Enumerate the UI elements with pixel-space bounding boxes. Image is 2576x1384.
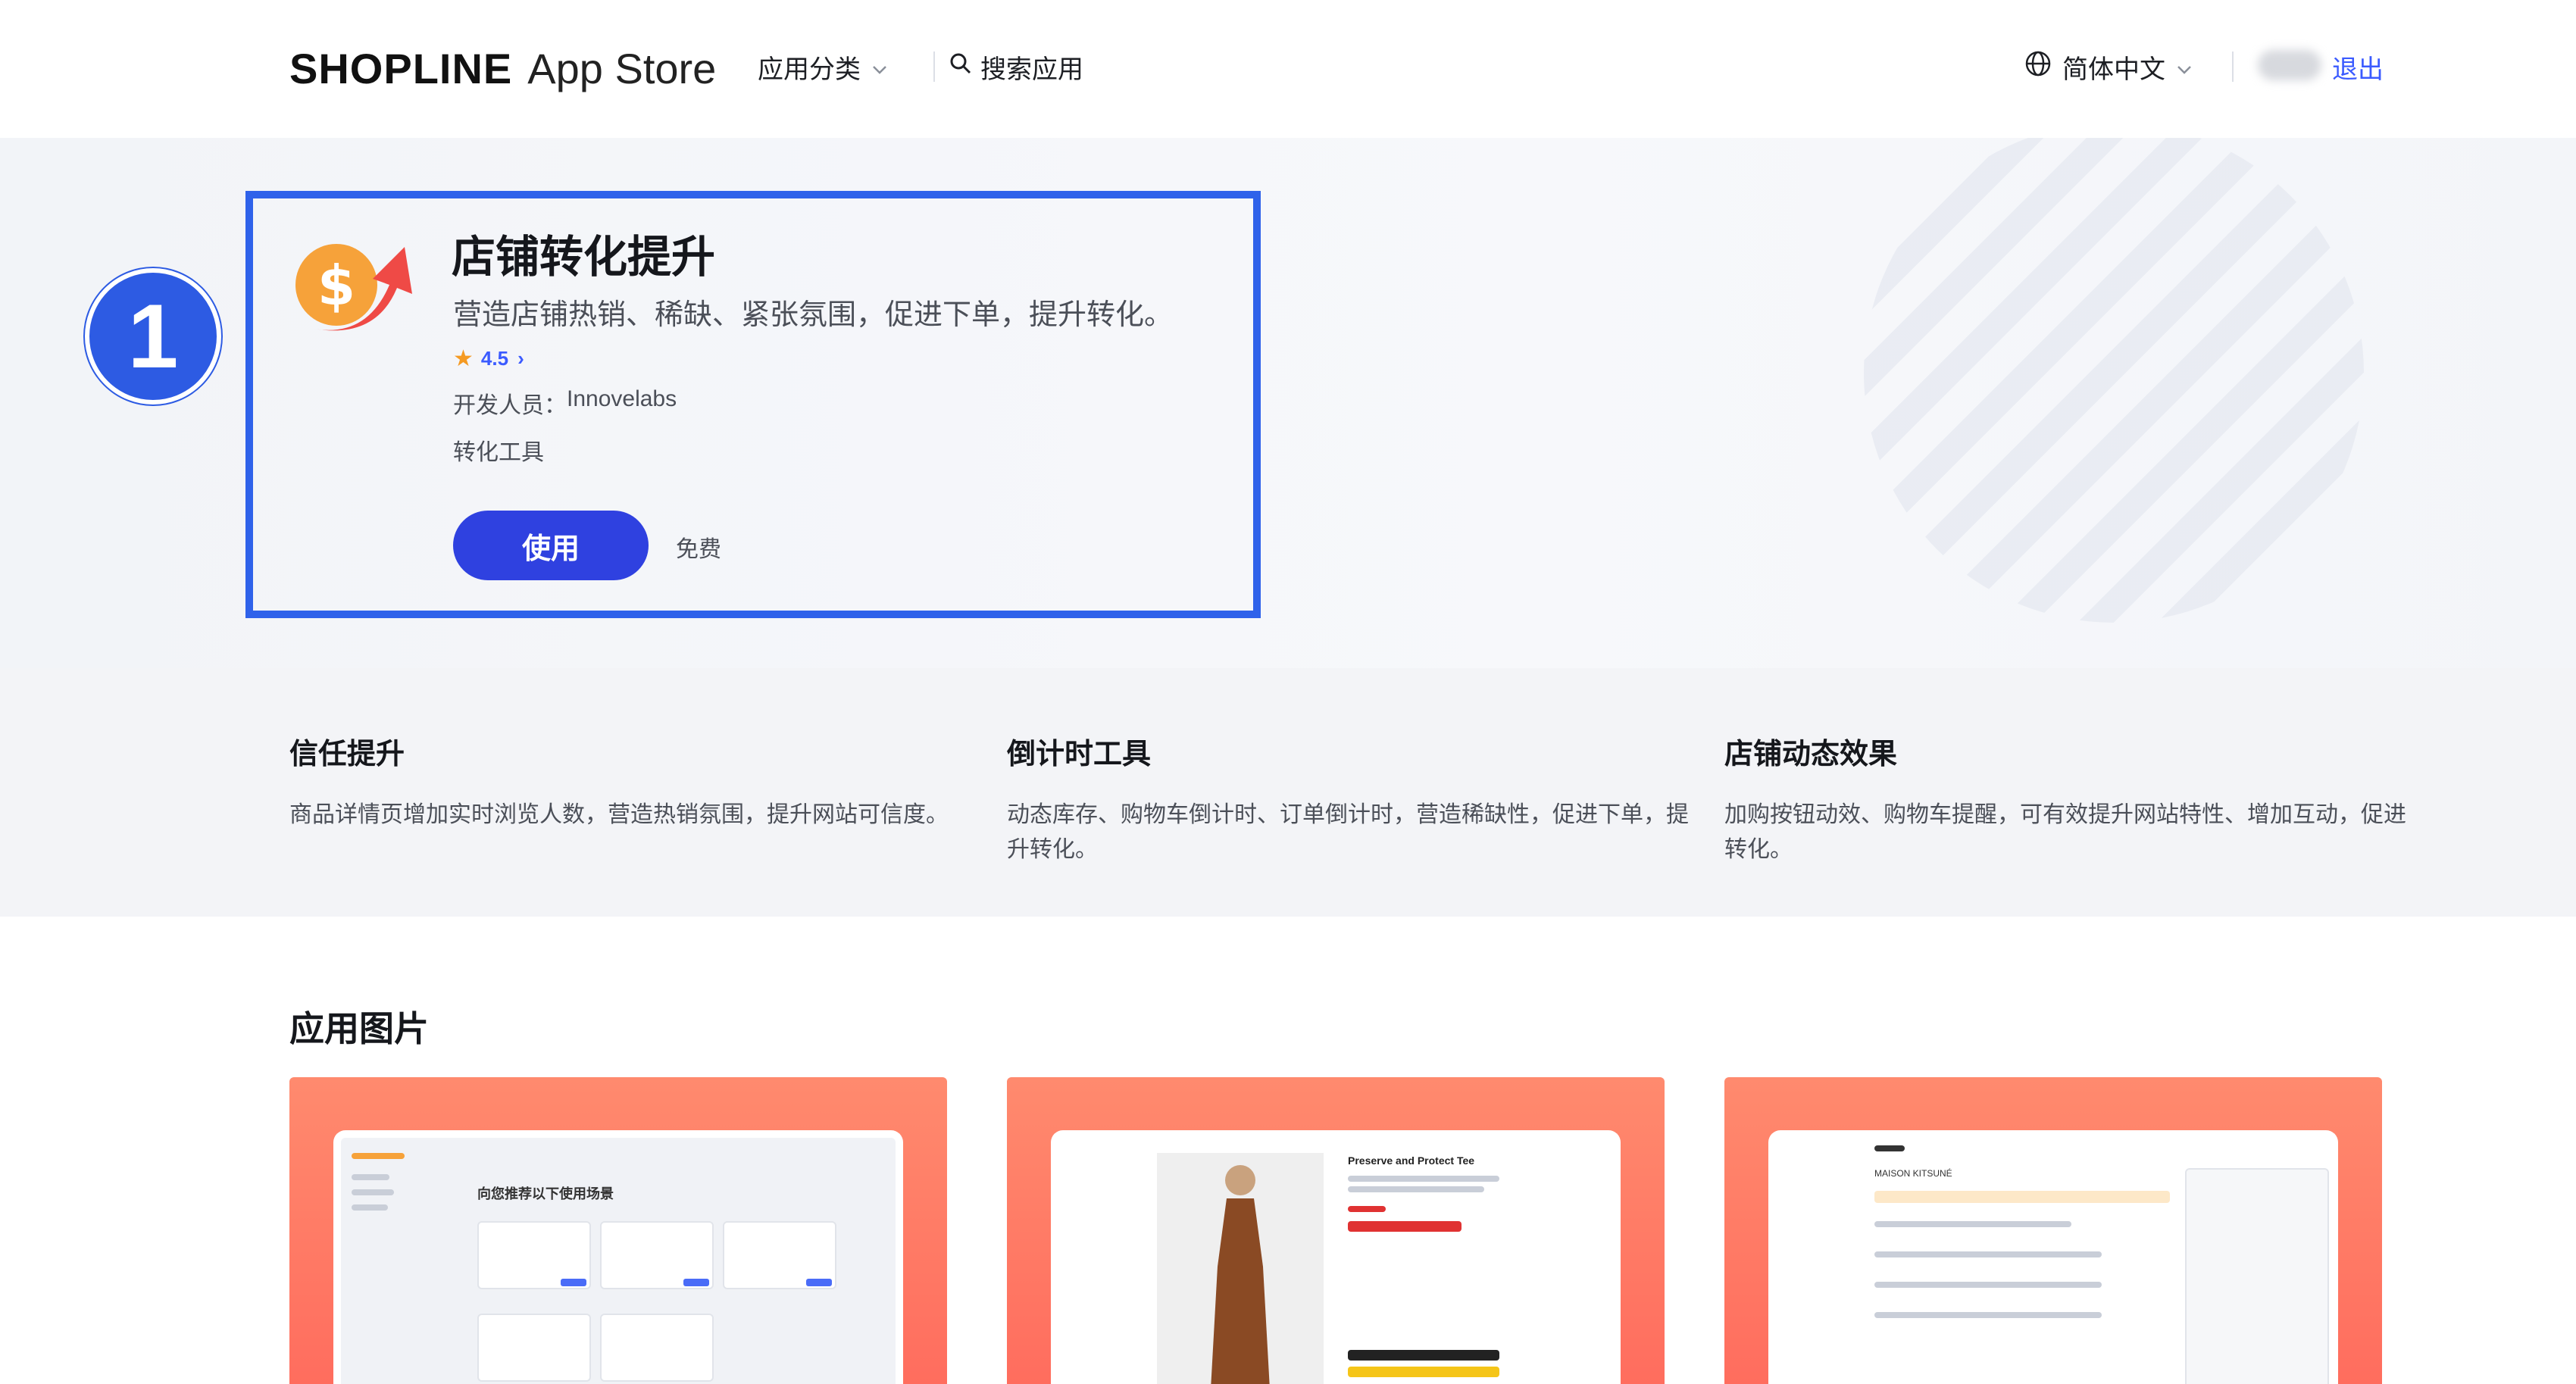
feature-title: 店铺动态效果: [1724, 739, 1898, 770]
developer-info: 开发人员： Innovelabs: [453, 386, 677, 420]
product-image: [1157, 1153, 1324, 1384]
mock-line: [1348, 1186, 1484, 1192]
mock-button: [806, 1279, 832, 1286]
feature-strip: 信任提升 商品详情页增加实时浏览人数，营造热销氛围，提升网站可信度。 倒计时工具…: [0, 668, 2576, 917]
feature-title: 信任提升: [289, 739, 405, 770]
screenshot-frame: MAISON KITSUNÉ: [1768, 1130, 2338, 1384]
screenshot-frame: Preserve and Protect Tee: [1051, 1130, 1621, 1384]
user-avatar[interactable]: [2258, 50, 2321, 80]
app-icon: $: [291, 232, 417, 345]
language-label: 简体中文: [2062, 55, 2165, 84]
app-description: 营造店铺热销、稀缺、紧张氛围，促进下单，提升转化。: [453, 299, 1174, 331]
shopline-logo[interactable]: SHOPLINE App Store: [289, 38, 716, 98]
app-screenshot-3[interactable]: MAISON KITSUNÉ: [1724, 1077, 2382, 1384]
mock-add-to-cart: [1348, 1350, 1499, 1361]
logo-brand: SHOPLINE: [289, 44, 513, 92]
mock-price: [1348, 1206, 1386, 1212]
app-price: 免费: [676, 537, 721, 562]
feature-dynamic-effects: 店铺动态效果 加购按钮动效、购物车提醒，可有效提升网站特性、增加互动，促进转化。: [1724, 730, 2406, 867]
nav-categories[interactable]: 应用分类: [758, 44, 888, 89]
nav-categories-label: 应用分类: [758, 55, 861, 84]
app-category: 转化工具: [453, 440, 544, 465]
rating-value: 4.5: [480, 347, 509, 370]
mock-caption: MAISON KITSUNÉ: [1874, 1168, 1952, 1179]
mock-button: [683, 1279, 709, 1286]
mock-banner: [1348, 1221, 1462, 1232]
gallery-title: 应用图片: [289, 1009, 429, 1048]
app-rating[interactable]: ★ 4.5 ›: [453, 345, 524, 372]
feature-countdown: 倒计时工具 动态库存、购物车倒计时、订单倒计时，营造稀缺性，促进下单，提升转化。: [1007, 730, 1689, 867]
use-button[interactable]: 使用: [453, 511, 649, 580]
mock-logo: [1874, 1145, 1905, 1151]
mock-line: [352, 1174, 389, 1180]
nav-divider: [933, 52, 935, 82]
chevron-down-icon: [2176, 52, 2193, 82]
mock-logo: [352, 1153, 405, 1159]
mock-line: [1874, 1312, 2102, 1318]
svg-text:$: $: [317, 254, 355, 317]
logo-app-store: App Store: [527, 44, 717, 92]
search-icon: [949, 52, 973, 83]
mock-line: [1874, 1251, 2102, 1257]
feature-desc: 加购按钮动效、购物车提醒，可有效提升网站特性、增加互动，促进转化。: [1724, 802, 2406, 862]
chevron-right-icon: ›: [517, 347, 524, 370]
feature-title: 倒计时工具: [1007, 739, 1152, 770]
app-screenshot-2[interactable]: Preserve and Protect Tee: [1007, 1077, 1665, 1384]
mock-line: [1874, 1282, 2102, 1288]
nav-search-label: 搜索应用: [980, 55, 1083, 84]
mock-caption: 向您推荐以下使用场景: [477, 1186, 614, 1201]
mock-line: [352, 1204, 388, 1211]
mock-notice: [1874, 1191, 2170, 1203]
top-header: SHOPLINE App Store 应用分类 搜索应用 简体中文 退出: [0, 0, 2576, 138]
step-badge: 1: [85, 268, 221, 405]
screenshot-frame: 向您推荐以下使用场景: [333, 1130, 903, 1384]
feature-desc: 商品详情页增加实时浏览人数，营造热销氛围，提升网站可信度。: [289, 802, 949, 827]
mock-order-summary: [2185, 1168, 2329, 1384]
feature-trust: 信任提升 商品详情页增加实时浏览人数，营造热销氛围，提升网站可信度。: [289, 730, 971, 833]
developer-name: Innovelabs: [567, 386, 677, 411]
mock-button: [561, 1279, 586, 1286]
app-title: 店铺转化提升: [452, 233, 716, 282]
mock-card: [477, 1314, 591, 1382]
mock-caption: Preserve and Protect Tee: [1348, 1154, 1475, 1167]
mock-line: [352, 1189, 394, 1195]
decorative-stripes: [1864, 138, 2364, 623]
mock-paypal: [1348, 1367, 1499, 1377]
feature-desc: 动态库存、购物车倒计时、订单倒计时，营造稀缺性，促进下单，提升转化。: [1007, 802, 1689, 862]
chevron-down-icon: [871, 52, 888, 82]
mock-card: [600, 1314, 714, 1382]
nav-search[interactable]: 搜索应用: [949, 44, 1083, 89]
developer-label: 开发人员：: [453, 393, 567, 418]
mock-line: [1348, 1176, 1499, 1182]
globe-icon: [2024, 50, 2052, 84]
header-divider: [2232, 52, 2234, 82]
logout-link[interactable]: 退出: [2332, 44, 2384, 89]
language-selector[interactable]: 简体中文: [2024, 44, 2193, 89]
mock-line: [1874, 1221, 2071, 1227]
star-icon: ★: [453, 346, 474, 371]
app-screenshot-1[interactable]: 向您推荐以下使用场景: [289, 1077, 947, 1384]
